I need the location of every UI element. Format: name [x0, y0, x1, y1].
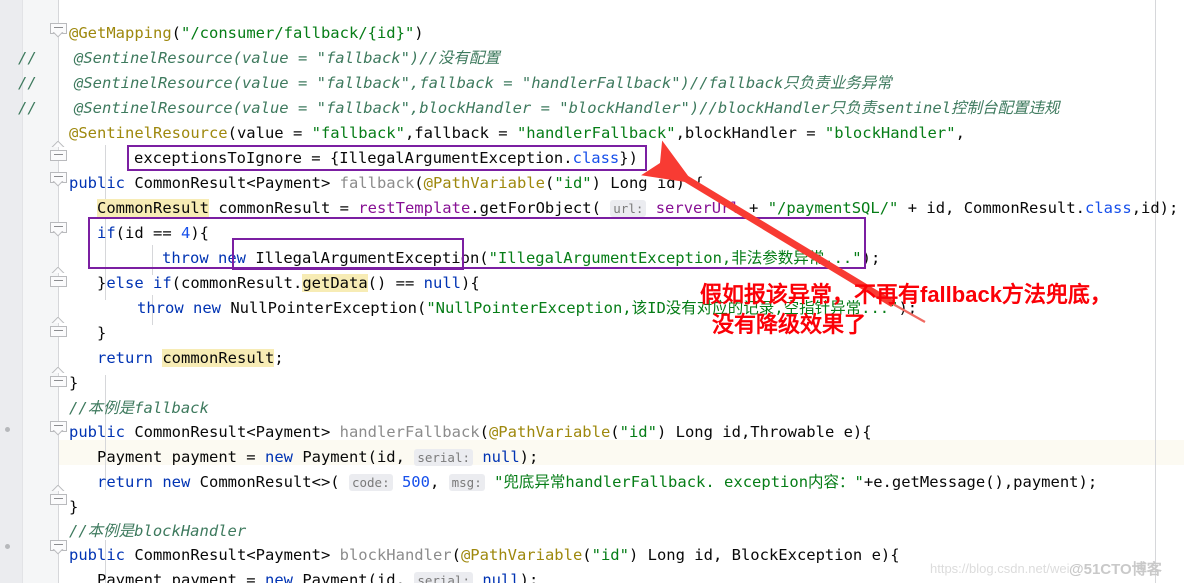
gutter-marker-dot[interactable] [5, 427, 10, 432]
code-line-4[interactable]: // @SentinelResource(value = "fallback",… [18, 96, 1060, 121]
code-line-5[interactable]: @SentinelResource(value = "fallback",fal… [69, 121, 965, 146]
code-line-15[interactable]: } [69, 371, 78, 396]
watermark-site: @51CTO博客 [1069, 561, 1162, 578]
code-line-21[interactable]: //本例是blockHandler [69, 519, 246, 544]
code-editor-screenshot: @GetMapping("/consumer/fallback/{id}") /… [0, 0, 1184, 583]
code-line-1[interactable]: @GetMapping("/consumer/fallback/{id}") [69, 21, 424, 46]
code-line-16[interactable]: //本例是fallback [69, 396, 209, 421]
watermark-url: https://blog.csdn.net/wei [930, 561, 1070, 576]
code-line-9[interactable]: if(id == 4){ [97, 221, 209, 246]
code-line-23[interactable]: Payment payment = new Payment(id, serial… [97, 568, 538, 583]
code-line-17[interactable]: public CommonResult<Payment> handlerFall… [69, 420, 872, 445]
code-line-22[interactable]: public CommonResult<Payment> blockHandle… [69, 543, 900, 568]
code-line-6[interactable]: exceptionsToIgnore = {IllegalArgumentExc… [134, 146, 638, 171]
code-line-10[interactable]: throw new IllegalArgumentException("Ille… [162, 246, 880, 271]
code-line-13[interactable]: } [97, 321, 106, 346]
code-line-19[interactable]: return new CommonResult<>( code: 500, ms… [97, 470, 1097, 495]
code-line-8[interactable]: CommonResult commonResult = restTemplate… [97, 196, 1178, 221]
code-line-18[interactable]: Payment payment = new Payment(id, serial… [97, 445, 538, 470]
code-line-7[interactable]: public CommonResult<Payment> fallback(@P… [69, 171, 704, 196]
red-annotation-line1: 假如报该异常，不再有fallback方法兜底， [700, 282, 1112, 307]
code-line-11[interactable]: }else if(commonResult.getData() == null)… [97, 271, 480, 296]
gutter-marker-dot[interactable] [5, 544, 10, 549]
red-annotation-line2: 没有降级效果了 [712, 312, 867, 337]
code-line-2[interactable]: // @SentinelResource(value = "fallback")… [18, 46, 500, 71]
code-line-20[interactable]: } [69, 495, 78, 520]
code-line-3[interactable]: // @SentinelResource(value = "fallback",… [18, 71, 892, 96]
code-line-14[interactable]: return commonResult; [97, 346, 284, 371]
